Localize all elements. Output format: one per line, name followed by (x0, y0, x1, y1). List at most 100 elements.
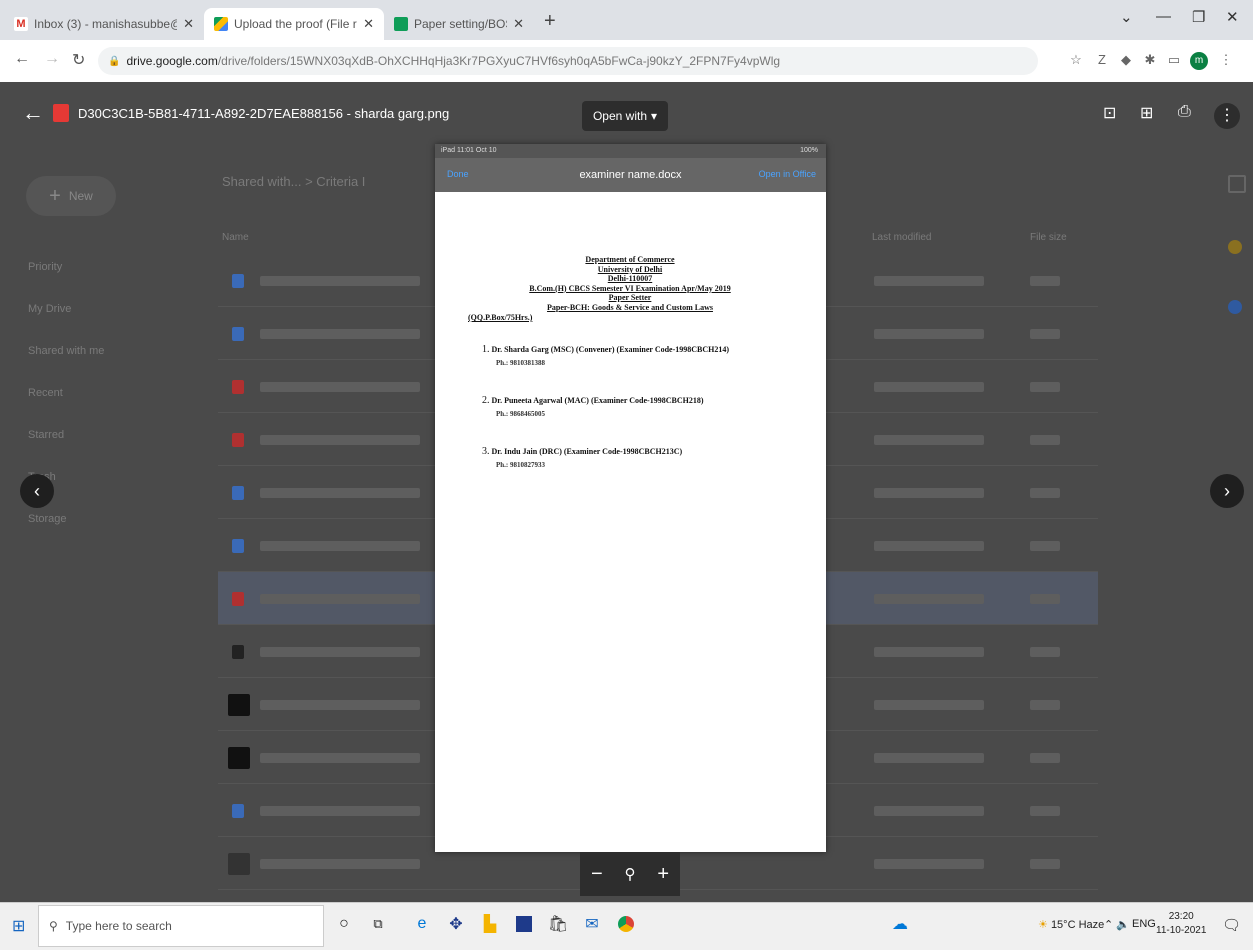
tab-search-icon[interactable]: ⌄ (1120, 8, 1133, 26)
open-new-window-icon[interactable]: ⊞ (1140, 103, 1153, 123)
plus-icon: + (49, 184, 61, 207)
doc-header-line: University of Delhi (597, 264, 663, 274)
reading-list-icon[interactable]: ▭ (1166, 52, 1182, 68)
cloud-icon[interactable]: ☁ (888, 912, 912, 936)
image-preview (435, 144, 826, 852)
search-icon: ⚲ (49, 919, 58, 933)
notifications-icon[interactable]: 🗨 (1222, 916, 1241, 934)
system-tray-icons[interactable]: ⌃ 🔈 (1104, 918, 1130, 931)
examiner-entry: 1. Dr. Sharda Garg (MSC) (Convener) (Exa… (460, 344, 800, 367)
keep-icon (1228, 240, 1242, 254)
clock-date: 11-10-2021 (1156, 925, 1207, 936)
examiner-number: 1. (482, 344, 490, 355)
menu-icon[interactable]: ⋮ (1218, 52, 1234, 68)
close-icon[interactable]: ✕ (513, 16, 524, 32)
tab-label: Inbox (3) - manishasubbe@mo... (34, 17, 177, 31)
minimize-button[interactable]: — (1156, 8, 1171, 25)
new-tab-button[interactable]: + (544, 10, 556, 33)
zoom-magnifier-icon[interactable]: ⚲ (625, 865, 636, 883)
clock[interactable]: 23:20 11-10-2021 (1156, 910, 1206, 938)
window-close-button[interactable]: ✕ (1226, 8, 1239, 26)
sun-icon: ☀ (1038, 919, 1048, 931)
task-view-icon[interactable]: ⧉ (366, 912, 390, 936)
google-drive-icon (214, 17, 228, 31)
maximize-button[interactable]: ❐ (1192, 8, 1205, 26)
gmail-icon: M (14, 17, 28, 31)
examiner-text: Dr. Puneeta Agarwal (MAC) (Examiner Code… (491, 396, 704, 405)
breadcrumb: Shared with... > Criteria I (222, 174, 366, 189)
examiner-text: Dr. Indu Jain (DRC) (Examiner Code-1998C… (491, 447, 683, 456)
open-with-button[interactable]: Open with ▾ (582, 101, 668, 131)
examiner-phone: Ph.: 9868465005 (496, 410, 545, 418)
status-battery: 100% (800, 147, 818, 154)
weather-text: 15°C Haze (1050, 919, 1105, 931)
add-to-drive-icon[interactable]: ⊡ (1103, 103, 1116, 123)
new-button: + New (26, 176, 116, 216)
column-header-size: File size (1030, 232, 1067, 243)
extension-icon[interactable]: ◆ (1118, 52, 1134, 68)
forward-icon[interactable]: → (44, 50, 60, 68)
next-file-button[interactable]: › (1210, 474, 1244, 508)
windows-start-icon[interactable]: ⊞ (12, 916, 25, 936)
zoom-in-button[interactable]: + (657, 863, 669, 886)
tab-drive-upload[interactable]: Upload the proof (File response... ✕ (204, 8, 384, 40)
puzzle-icon[interactable]: ✱ (1142, 52, 1158, 68)
doc-header-line: Paper Setter (608, 293, 652, 302)
doc-code-line: (QQ.P.Box/75Hrs.) (468, 313, 533, 322)
sidebar-item: Starred (28, 429, 65, 441)
back-icon[interactable]: ← (14, 50, 30, 68)
done-button: Done (447, 169, 469, 179)
url-host: drive.google.com (126, 54, 218, 68)
side-panel-icon (1228, 175, 1246, 193)
examiner-phone: Ph.: 9810381388 (496, 359, 545, 367)
examiner-entry: 3. Dr. Indu Jain (DRC) (Examiner Code-19… (460, 446, 800, 469)
clock-time: 23:20 (1168, 911, 1194, 922)
sidebar-item: My Drive (28, 303, 72, 315)
taskbar-search-input[interactable]: ⚲ Type here to search (38, 905, 324, 947)
store-icon[interactable]: 🛍 (546, 912, 570, 936)
viewer-back-icon[interactable]: ← (22, 100, 44, 126)
edge-icon[interactable]: e (410, 912, 434, 936)
google-sheets-icon (394, 17, 408, 31)
close-icon[interactable]: ✕ (363, 16, 374, 32)
sidebar-item: Priority (28, 261, 63, 273)
file-explorer-icon[interactable]: ▙ (478, 912, 502, 936)
open-with-label: Open with (592, 109, 647, 123)
tab-label: Upload the proof (File response... (234, 17, 357, 31)
new-button-label: New (68, 189, 93, 203)
zoom-controls: − ⚲ + (580, 852, 680, 896)
examiner-number: 3. (482, 446, 490, 457)
examiner-number: 2. (482, 395, 490, 406)
reload-icon[interactable]: ↻ (72, 50, 85, 70)
weather-widget[interactable]: ☀ 15°C Haze (1038, 918, 1104, 931)
url-path: /drive/folders/15WNX03qXdB-OhXCHHqHja3Kr… (217, 54, 781, 68)
previous-file-button[interactable]: ‹ (20, 474, 54, 508)
cortana-icon[interactable]: ○ (332, 912, 356, 936)
more-options-icon[interactable]: ⋮ (1214, 103, 1240, 129)
doc-header-line: B.Com.(H) CBCS Semester VI Examination A… (529, 283, 731, 293)
url-input[interactable]: 🔒 drive.google.com/drive/folders/15WNX03… (98, 47, 1038, 75)
doc-header-line: Paper-BCH: Goods & Service and Custom La… (547, 302, 713, 312)
mail-icon[interactable]: ✉ (580, 912, 604, 936)
bookmark-star-icon[interactable]: ☆ (1068, 52, 1084, 68)
tab-label: Paper setting/BOS proofs (Resp... (414, 17, 508, 31)
chrome-icon[interactable] (614, 912, 638, 936)
profile-avatar[interactable]: m (1190, 52, 1208, 70)
sidebar-item: Recent (28, 387, 63, 399)
image-file-icon (53, 104, 69, 122)
tab-gmail[interactable]: M Inbox (3) - manishasubbe@mo... ✕ (4, 8, 204, 40)
close-icon[interactable]: ✕ (183, 16, 194, 32)
caret-down-icon: ▾ (651, 109, 658, 123)
language-indicator[interactable]: ENG (1132, 918, 1156, 930)
print-icon[interactable]: ⎙ (1178, 103, 1191, 121)
examiner-entry: 2. Dr. Puneeta Agarwal (MAC) (Examiner C… (460, 395, 800, 418)
app-icon[interactable] (512, 912, 536, 936)
zoom-out-button[interactable]: − (591, 863, 603, 886)
tab-sheets[interactable]: Paper setting/BOS proofs (Resp... ✕ (384, 8, 534, 40)
dropbox-icon[interactable]: ✥ (444, 912, 468, 936)
ios-status-bar: iPad 11:01 Oct 10 100% (435, 144, 826, 158)
extension-icon[interactable]: Z (1094, 52, 1110, 68)
open-in-office-button: Open in Office (758, 169, 816, 179)
examiner-phone: Ph.: 9810827933 (496, 461, 545, 469)
column-header-modified: Last modified (872, 232, 932, 243)
